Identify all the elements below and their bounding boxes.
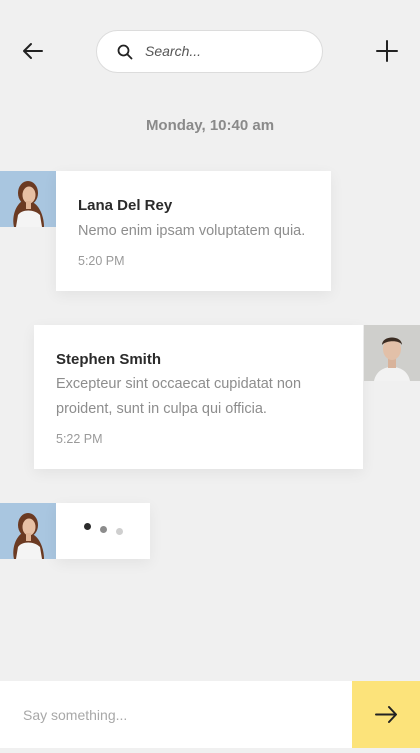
- search-input[interactable]: Search...: [145, 43, 201, 59]
- typing-dot-1: [84, 523, 91, 530]
- search-icon: [117, 44, 133, 60]
- message-time: 5:22 PM: [56, 432, 103, 446]
- message-time: 5:20 PM: [78, 254, 125, 268]
- arrow-left-icon: [23, 43, 43, 59]
- message-text: Nemo enim ipsam voluptatem quia.: [78, 223, 306, 239]
- avatar-lana[interactable]: [0, 171, 56, 227]
- message-sender: Lana Del Rey: [78, 197, 173, 214]
- typing-indicator: [56, 503, 150, 559]
- add-button[interactable]: [372, 36, 402, 66]
- message-composer: [0, 681, 420, 748]
- plus-icon: [376, 40, 398, 62]
- send-button[interactable]: [352, 681, 420, 748]
- arrow-right-icon: [375, 706, 397, 723]
- avatar-image: [364, 325, 420, 381]
- avatar-lana-typing[interactable]: [0, 503, 56, 559]
- top-bar: Search...: [0, 0, 420, 100]
- avatar-stephen[interactable]: [364, 325, 420, 381]
- typing-dot-2: [100, 526, 107, 533]
- message-bubble-1: Lana Del Rey Nemo enim ipsam voluptatem …: [56, 171, 331, 291]
- search-bar[interactable]: Search...: [96, 30, 323, 73]
- avatar-image: [0, 171, 56, 227]
- back-button[interactable]: [18, 36, 48, 66]
- avatar-image: [0, 503, 56, 559]
- typing-dot-3: [116, 528, 123, 535]
- date-separator: Monday, 10:40 am: [145, 117, 275, 134]
- message-bubble-2: Stephen Smith Excepteur sint occaecat cu…: [34, 325, 363, 469]
- message-sender: Stephen Smith: [56, 351, 162, 368]
- message-input[interactable]: [0, 681, 352, 748]
- message-text-line-1: Excepteur sint occaecat cupidatat non: [56, 376, 302, 392]
- message-text-line-2: proident, sunt in culpa qui officia.: [56, 401, 267, 417]
